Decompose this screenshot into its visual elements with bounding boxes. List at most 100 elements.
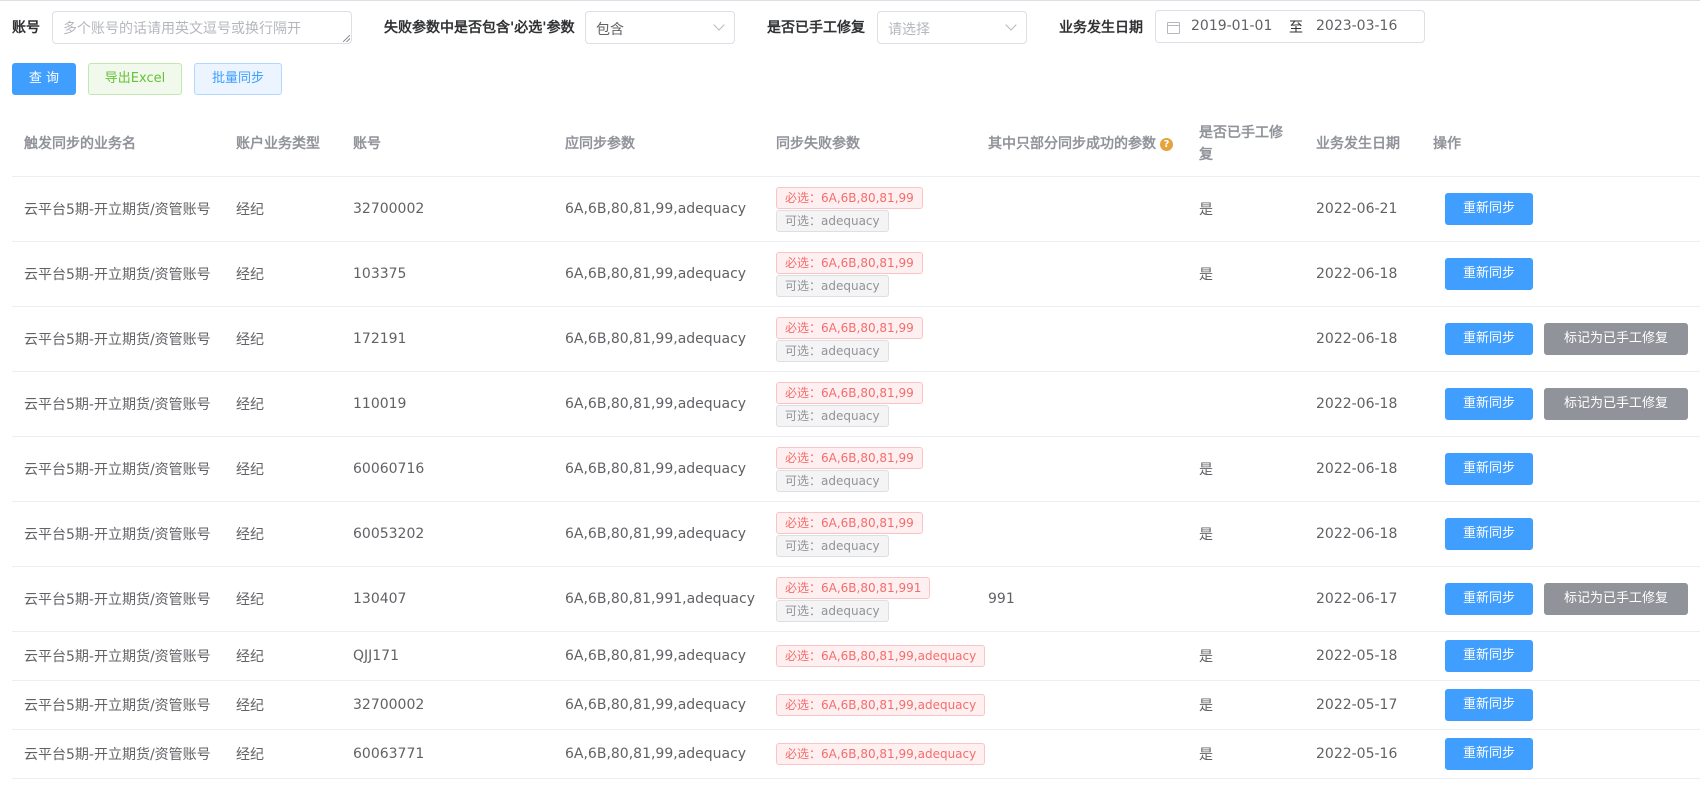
resync-button[interactable]: 重新同步 — [1445, 583, 1533, 615]
question-circle-icon[interactable]: ? — [1160, 137, 1173, 151]
cell-failed-params: 必选：6A,6B,80,81,99,adequacy — [764, 632, 986, 680]
table-row: 云平台5期-开立期货/资管账号 经纪 32700002 6A,6B,80,81,99,… — [12, 177, 1700, 242]
chevron-down-icon — [1005, 19, 1017, 31]
cell-biz-date-text: 2022-06-17 — [1316, 591, 1398, 607]
cell-biz-date-text: 2022-06-18 — [1316, 461, 1398, 477]
date-range-picker[interactable]: 2019-01-01 至 2023-03-16 — [1155, 10, 1425, 43]
cell-biz-name: 云平台5期-开立期货/资管账号 — [12, 437, 224, 501]
optional-param-tag: 可选：adequacy — [776, 339, 889, 362]
cell-biz-name-text: 云平台5期-开立期货/资管账号 — [24, 649, 211, 665]
required-param-tag: 必选：6A,6B,80,81,99 — [776, 446, 923, 469]
header-biz-name: 触发同步的业务名 — [24, 136, 136, 152]
cell-biz-name: 云平台5期-开立期货/资管账号 — [12, 242, 224, 306]
cell-biz-name: 云平台5期-开立期货/资管账号 — [12, 372, 224, 436]
cell-account-text: 60060716 — [353, 461, 425, 477]
cell-failed-params: 必选：6A,6B,80,81,99 可选：adequacy — [764, 437, 976, 501]
resync-button[interactable]: 重新同步 — [1445, 388, 1533, 420]
mark-manual-fixed-button[interactable]: 标记为已手工修复 — [1544, 583, 1688, 615]
cell-biz-name-text: 云平台5期-开立期货/资管账号 — [24, 698, 211, 714]
cell-biz-name: 云平台5期-开立期货/资管账号 — [12, 177, 224, 241]
manual-fixed-select[interactable]: 请选择 — [877, 11, 1027, 44]
resync-button[interactable]: 重新同步 — [1445, 518, 1533, 550]
resize-handle-icon[interactable] — [343, 35, 350, 42]
cell-account: 130407 — [341, 567, 553, 631]
mark-manual-fixed-button[interactable]: 标记为已手工修复 — [1544, 388, 1688, 420]
header-biz-date: 业务发生日期 — [1316, 136, 1400, 152]
cell-manual-fixed-text: 是 — [1199, 747, 1213, 763]
cell-acct-type-text: 经纪 — [236, 267, 264, 283]
cell-should-sync-text: 6A,6B,80,81,99,adequacy — [565, 266, 747, 282]
cell-biz-name: 云平台5期-开立期货/资管账号 — [12, 632, 224, 680]
resync-button[interactable]: 重新同步 — [1445, 453, 1533, 485]
cell-acct-type-text: 经纪 — [236, 202, 264, 218]
cell-should-sync: 6A,6B,80,81,99,adequacy — [553, 437, 764, 501]
cell-biz-date: 2022-05-16 — [1304, 730, 1421, 778]
cell-biz-date: 2022-06-21 — [1304, 177, 1421, 241]
cell-failed-params: 必选：6A,6B,80,81,991 可选：adequacy — [764, 567, 976, 631]
account-input[interactable]: 多个账号的话请用英文逗号或换行隔开 — [52, 11, 352, 44]
failed-param-tags: 必选：6A,6B,80,81,99 可选：adequacy — [776, 446, 923, 492]
required-param-tag: 必选：6A,6B,80,81,99 — [776, 316, 923, 339]
cell-should-sync-text: 6A,6B,80,81,99,adequacy — [565, 648, 747, 664]
cell-biz-name: 云平台5期-开立期货/资管账号 — [12, 502, 224, 566]
cell-manual-fixed: 是 — [1187, 437, 1304, 501]
cell-failed-params: 必选：6A,6B,80,81,99 可选：adequacy — [764, 242, 976, 306]
cell-account-text: 130407 — [353, 591, 407, 607]
cell-biz-name: 云平台5期-开立期货/资管账号 — [12, 567, 224, 631]
query-button[interactable]: 查 询 — [12, 63, 76, 95]
batch-sync-button[interactable]: 批量同步 — [194, 63, 282, 95]
cell-partial — [976, 177, 1187, 241]
required-param-tag: 必选：6A,6B,80,81,99,adequacy — [776, 743, 986, 765]
cell-should-sync-text: 6A,6B,80,81,99,adequacy — [565, 526, 747, 542]
cell-account: 172191 — [341, 307, 553, 371]
cell-should-sync-text: 6A,6B,80,81,99,adequacy — [565, 697, 747, 713]
required-param-tag: 必选：6A,6B,80,81,99,adequacy — [776, 694, 986, 716]
table-row: 云平台5期-开立期货/资管账号 经纪 QJJ171 6A,6B,80,81,99,ad… — [12, 632, 1700, 681]
optional-param-tag: 可选：adequacy — [776, 209, 889, 232]
cell-acct-type: 经纪 — [224, 307, 341, 371]
resync-button[interactable]: 重新同步 — [1445, 689, 1533, 721]
cell-acct-type-text: 经纪 — [236, 332, 264, 348]
cell-acct-type: 经纪 — [224, 437, 341, 501]
cell-manual-fixed-text: 是 — [1199, 698, 1213, 714]
cell-account: 60063771 — [341, 730, 553, 778]
cell-manual-fixed — [1187, 372, 1304, 436]
resync-button[interactable]: 重新同步 — [1445, 193, 1533, 225]
cell-account: 60053202 — [341, 502, 553, 566]
date-start[interactable]: 2019-01-01 — [1191, 18, 1272, 34]
cell-partial — [976, 730, 1187, 778]
cell-partial: 991 — [976, 567, 1187, 631]
table-row: 云平台5期-开立期货/资管账号 经纪 103375 6A,6B,80,81,99,ad… — [12, 242, 1700, 307]
failed-param-tags: 必选：6A,6B,80,81,99,adequacy — [776, 743, 986, 765]
failed-param-tags: 必选：6A,6B,80,81,99 可选：adequacy — [776, 381, 923, 427]
mark-manual-fixed-button[interactable]: 标记为已手工修复 — [1544, 323, 1688, 355]
required-param-tag: 必选：6A,6B,80,81,99,adequacy — [776, 645, 986, 667]
resync-button[interactable]: 重新同步 — [1445, 258, 1533, 290]
cell-biz-name: 云平台5期-开立期货/资管账号 — [12, 681, 224, 729]
cell-biz-name-text: 云平台5期-开立期货/资管账号 — [24, 462, 211, 478]
manual-fixed-select-placeholder: 请选择 — [888, 22, 930, 38]
cell-should-sync: 6A,6B,80,81,99,adequacy — [553, 307, 764, 371]
date-filter-label: 业务发生日期 — [1059, 20, 1143, 36]
cell-biz-date-text: 2022-06-18 — [1316, 266, 1398, 282]
cell-failed-params: 必选：6A,6B,80,81,99,adequacy — [764, 730, 986, 778]
cell-account-text: 110019 — [353, 396, 407, 412]
chevron-down-icon — [713, 19, 725, 31]
failed-param-tags: 必选：6A,6B,80,81,99 可选：adequacy — [776, 251, 923, 297]
cell-account-text: 103375 — [353, 266, 407, 282]
required-param-tag: 必选：6A,6B,80,81,99 — [776, 381, 923, 404]
cell-acct-type: 经纪 — [224, 242, 341, 306]
cell-failed-params: 必选：6A,6B,80,81,99 可选：adequacy — [764, 372, 976, 436]
resync-button[interactable]: 重新同步 — [1445, 640, 1533, 672]
cell-acct-type: 经纪 — [224, 567, 341, 631]
cell-acct-type-text: 经纪 — [236, 527, 264, 543]
table-row: 云平台5期-开立期货/资管账号 经纪 60060716 6A,6B,80,81,99,… — [12, 437, 1700, 502]
resync-button[interactable]: 重新同步 — [1445, 323, 1533, 355]
resync-button[interactable]: 重新同步 — [1445, 738, 1533, 770]
date-end[interactable]: 2023-03-16 — [1316, 18, 1397, 34]
table-row: 云平台5期-开立期货/资管账号 经纪 110019 6A,6B,80,81,99,ad… — [12, 372, 1700, 437]
cell-partial-text: 991 — [988, 591, 1015, 607]
cell-should-sync-text: 6A,6B,80,81,99,adequacy — [565, 331, 747, 347]
fail-required-select[interactable]: 包含 — [585, 11, 735, 44]
export-excel-button[interactable]: 导出Excel — [88, 63, 182, 95]
